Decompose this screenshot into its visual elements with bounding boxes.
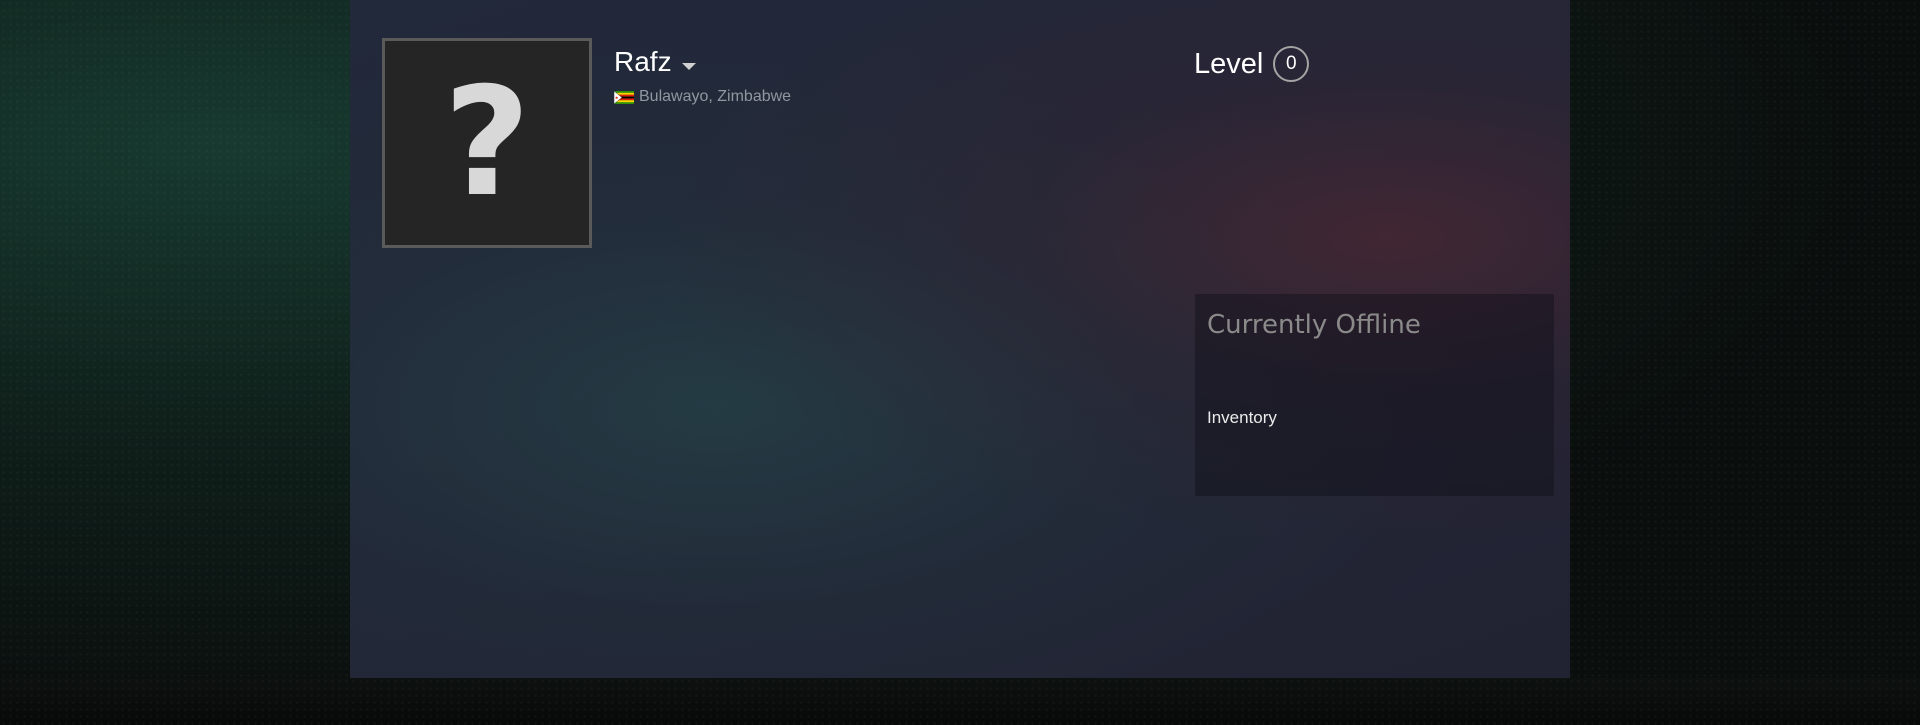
avatar[interactable]: ? [382,38,592,248]
inventory-link[interactable]: Inventory [1207,408,1277,428]
online-status: Currently Offline [1207,310,1421,340]
persona-header: Rafz [614,46,696,78]
profile-panel: ? Rafz Bulawayo, Zimbabwe Level 0 Curren… [350,0,1570,678]
location-text: Bulawayo, Zimbabwe [639,88,792,105]
avatar-placeholder-question-mark: ? [443,56,531,230]
level-label: Level [1194,47,1264,80]
location: Bulawayo, Zimbabwe [614,88,791,106]
persona-name: Rafz [614,46,672,77]
level-display: Level 0 [1194,46,1310,82]
zimbabwe-flag-icon [614,90,634,104]
level-badge: 0 [1273,46,1310,82]
chevron-down-icon[interactable] [681,62,696,70]
status-box: Currently Offline Inventory [1195,294,1554,496]
footer-strip [0,678,1920,725]
